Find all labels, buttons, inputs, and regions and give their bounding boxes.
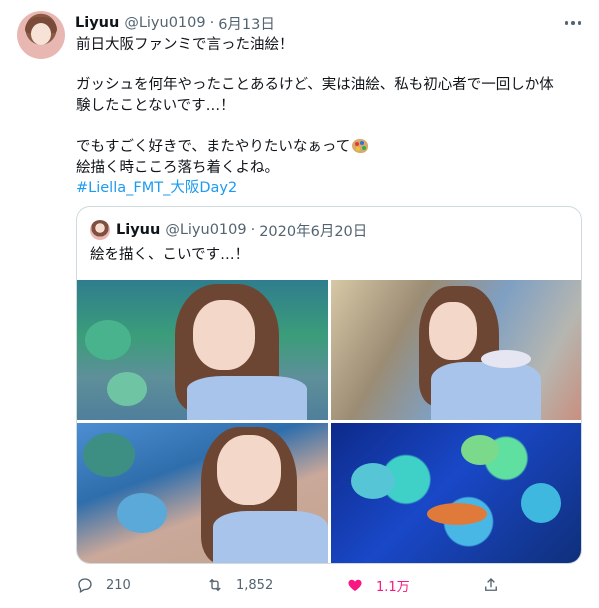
- photo-painting-girl-1[interactable]: [77, 280, 328, 420]
- quoted-author-handle[interactable]: @Liyu0109: [165, 222, 246, 238]
- quoted-author-name[interactable]: Liyuu: [116, 222, 160, 238]
- quoted-author-avatar[interactable]: [90, 220, 110, 240]
- quoted-tweet-text: 絵を描く、こいです…！: [90, 247, 250, 263]
- tweet-text-line-with-emoji: でもすごく好きで、またやりたいなぁって: [76, 137, 369, 157]
- lily-pad-shape: [521, 483, 561, 523]
- avatar-face: [31, 23, 51, 45]
- tweet-text-line: 前日大阪ファンミで言った油絵！: [76, 37, 294, 53]
- uniform-shape: [431, 362, 541, 420]
- tweet-actions: 210 1,852 1.1万: [76, 574, 582, 596]
- retweet-icon: [209, 578, 221, 592]
- author-name[interactable]: Liyuu: [75, 15, 119, 31]
- lily-pad-shape: [117, 493, 167, 533]
- uniform-shape: [213, 511, 328, 563]
- more-options-icon[interactable]: [563, 13, 583, 33]
- share-button[interactable]: [482, 574, 500, 596]
- artist-palette-icon: [352, 139, 369, 153]
- hashtag-link[interactable]: #Liella_FMT_大阪Day2: [76, 178, 237, 198]
- palette-shape: [481, 350, 531, 368]
- header-separator: ·: [209, 15, 215, 31]
- tweet-text-line: 絵描く時こころ落ち着くよね。: [76, 160, 279, 176]
- heart-icon: [348, 579, 362, 591]
- photo-painting-closeup[interactable]: [331, 423, 581, 563]
- author-handle[interactable]: @Liyu0109: [124, 15, 205, 31]
- retweet-count: 1,852: [236, 577, 274, 593]
- photo-painting-girl-3[interactable]: [77, 423, 328, 563]
- share-icon: [485, 578, 497, 591]
- retweet-button[interactable]: 1,852: [206, 574, 273, 596]
- quoted-tweet-header: Liyuu @Liyu0109 · 2020年6月20日: [116, 220, 367, 240]
- face-shape: [429, 302, 477, 360]
- quoted-date[interactable]: 2020年6月20日: [259, 220, 367, 241]
- like-count: 1.1万: [376, 579, 410, 595]
- quoted-header-separator: ·: [250, 222, 256, 238]
- author-avatar[interactable]: [17, 11, 65, 59]
- tweet-text-line: ガッシュを何年やったことあるけど、実は油絵、私も初心者で一回しか体: [76, 77, 554, 93]
- lily-pad-shape: [85, 320, 131, 360]
- media-grid: [77, 280, 581, 563]
- tweet-date[interactable]: 6月13日: [218, 13, 275, 34]
- lily-pad-shape: [461, 435, 499, 465]
- face-shape: [217, 435, 281, 505]
- like-button[interactable]: 1.1万: [346, 574, 410, 596]
- tweet-text-line: でもすごく好きで、またやりたいなぁって: [76, 139, 351, 155]
- tweet-header: Liyuu @Liyu0109 · 6月13日: [75, 13, 275, 33]
- lily-pad-shape: [351, 463, 395, 499]
- lily-pad-shape: [83, 433, 135, 477]
- tweet-text-line: 験したことないです…！: [76, 98, 235, 114]
- face-shape: [193, 300, 255, 370]
- reply-icon: [78, 578, 92, 593]
- photo-painting-girl-2[interactable]: [331, 280, 581, 420]
- uniform-shape: [187, 376, 307, 420]
- quoted-tweet[interactable]: Liyuu @Liyu0109 · 2020年6月20日 絵を描く、こいです…！: [76, 206, 582, 564]
- reply-button[interactable]: 210: [76, 574, 131, 596]
- koi-fish-shape: [427, 503, 487, 525]
- lily-pad-shape: [107, 372, 147, 406]
- tweet: Liyuu @Liyu0109 · 6月13日 前日大阪ファンミで言った油絵！ …: [0, 0, 599, 608]
- reply-count: 210: [106, 577, 131, 593]
